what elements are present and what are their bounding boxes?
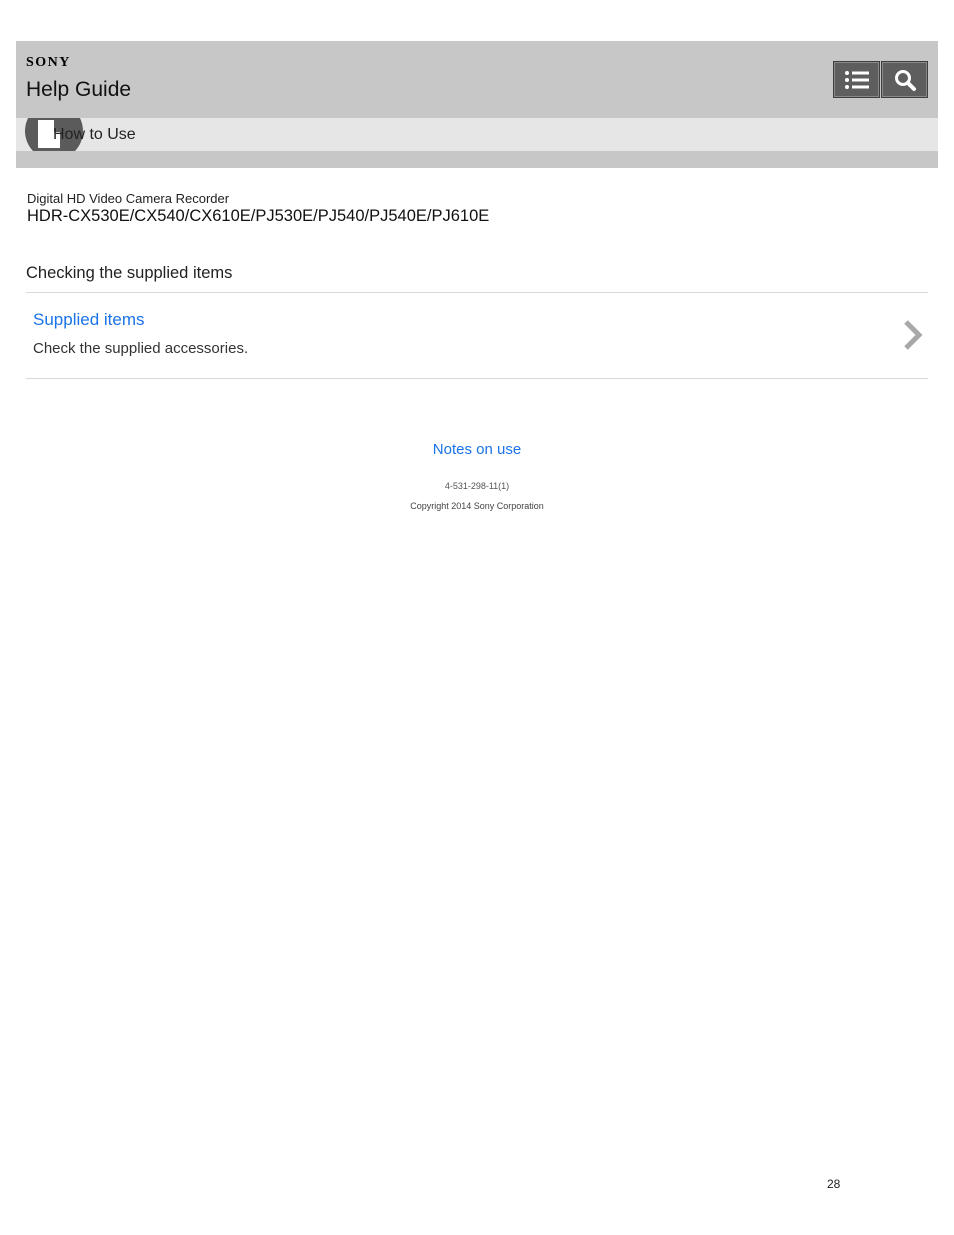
supplied-items-link[interactable]: Supplied items (33, 310, 145, 330)
breadcrumb: How to Use (16, 118, 938, 151)
breadcrumb-how-to-use[interactable]: How to Use (53, 126, 136, 144)
document-code: 4-531-298-11(1) (444, 481, 510, 491)
list-item-supplied-items[interactable]: Supplied items Check the supplied access… (26, 293, 928, 378)
page-number: 28 (827, 1177, 841, 1191)
notes-on-use-container: Notes on use (0, 441, 954, 458)
table-of-contents-button[interactable] (833, 61, 880, 98)
page-title: Checking the supplied items (26, 264, 233, 282)
help-guide-title: Help Guide (26, 78, 132, 101)
sony-logo: SONY (26, 55, 71, 70)
product-name: Digital HD Video Camera Recorder (27, 191, 230, 206)
copyright-text: Copyright 2014 Sony Corporation (410, 501, 544, 511)
list-icon (844, 70, 869, 89)
search-icon (894, 69, 916, 91)
header-bar: SONY Help Guide How to Use (16, 41, 938, 168)
divider (26, 378, 928, 379)
supplied-items-description: Check the supplied accessories. (33, 340, 249, 357)
model-numbers: HDR-CX530E/CX540/CX610E/PJ530E/PJ540/PJ5… (27, 207, 490, 225)
search-button[interactable] (881, 61, 928, 98)
notes-on-use-link[interactable]: Notes on use (433, 441, 521, 458)
chevron-right-icon[interactable] (902, 319, 924, 351)
